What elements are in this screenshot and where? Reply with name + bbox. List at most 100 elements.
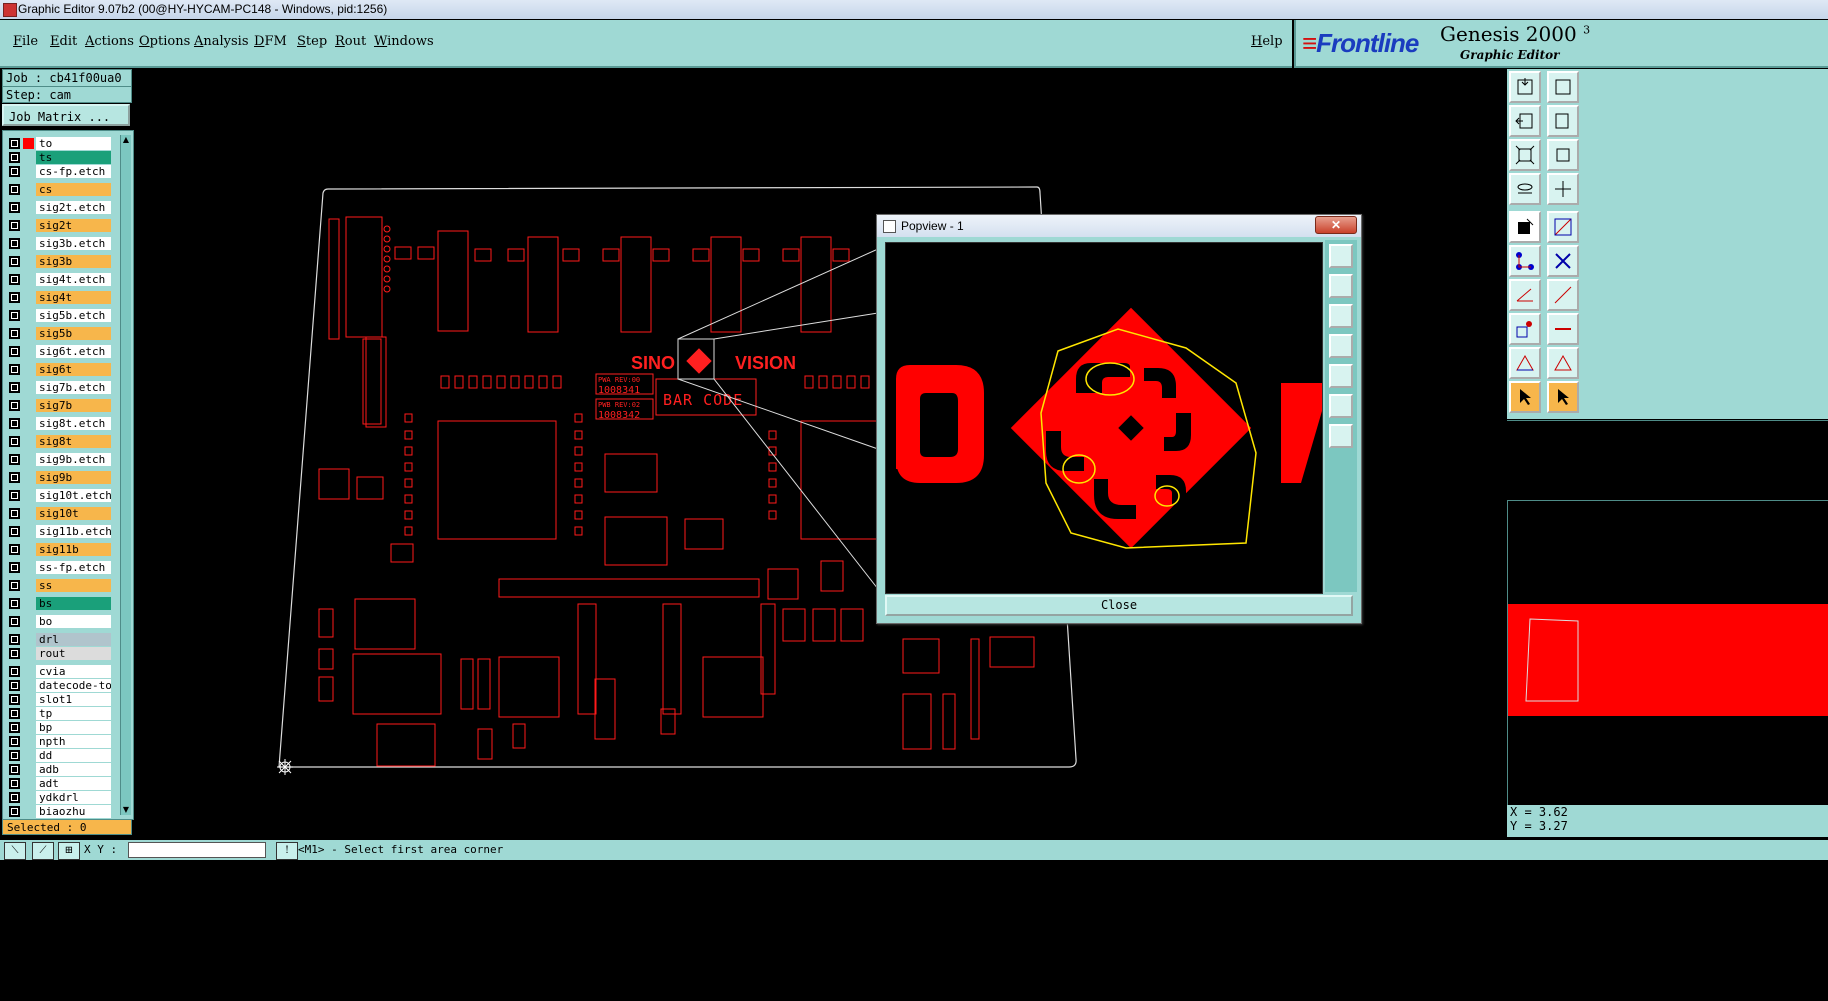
layer-name[interactable]: sig6t: [36, 363, 111, 376]
prompt-toggle-icon[interactable]: !: [276, 842, 298, 860]
layer-name[interactable]: sig4t: [36, 291, 111, 304]
layer-name[interactable]: sig2t: [36, 219, 111, 232]
layer-name[interactable]: sig11b: [36, 543, 111, 556]
layer-name[interactable]: ss-fp.etch: [36, 561, 111, 574]
layer-name[interactable]: tp: [36, 707, 111, 720]
status-tool-2-icon[interactable]: ⟋: [32, 842, 54, 860]
layer-name[interactable]: sig11b.etch: [36, 525, 111, 538]
layer-checkbox-icon[interactable]: [9, 562, 20, 573]
layer-row[interactable]: cs-fp.etch: [6, 165, 118, 179]
menu-options[interactable]: Options: [139, 34, 190, 49]
layer-checkbox-icon[interactable]: [9, 750, 20, 761]
layer-checkbox-icon[interactable]: [9, 736, 20, 747]
layer-name[interactable]: dd: [36, 749, 111, 762]
tool-grid-icon[interactable]: [1547, 173, 1579, 205]
layer-row[interactable]: sig5b: [6, 327, 118, 341]
tool-select-icon[interactable]: [1509, 211, 1541, 243]
layer-name[interactable]: bo: [36, 615, 111, 628]
layer-checkbox-icon[interactable]: [9, 722, 20, 733]
menu-rout[interactable]: Rout: [335, 34, 366, 49]
popview-tool-down-icon[interactable]: [1329, 304, 1353, 328]
layer-checkbox-icon[interactable]: [9, 418, 20, 429]
layer-row[interactable]: adt: [6, 777, 118, 791]
popview-close-icon[interactable]: ✕: [1315, 216, 1357, 234]
layer-name[interactable]: sig10t.etch: [36, 489, 111, 502]
layer-checkbox-icon[interactable]: [9, 454, 20, 465]
layer-checkbox-icon[interactable]: [9, 256, 20, 267]
layer-checkbox-icon[interactable]: [9, 400, 20, 411]
layer-row[interactable]: datecode-to: [6, 679, 118, 693]
tool-pointer2-icon[interactable]: [1547, 381, 1579, 413]
layer-name[interactable]: ts: [36, 151, 111, 164]
layer-name[interactable]: npth: [36, 735, 111, 748]
layer-name[interactable]: sig5b: [36, 327, 111, 340]
tool-line-icon[interactable]: [1547, 211, 1579, 243]
menu-analysis[interactable]: Analysis: [194, 34, 249, 49]
layer-checkbox-icon[interactable]: [9, 764, 20, 775]
layer-row[interactable]: npth: [6, 735, 118, 749]
layer-name[interactable]: adb: [36, 763, 111, 776]
layer-checkbox-icon[interactable]: [9, 292, 20, 303]
menu-actions[interactable]: Actions: [85, 34, 134, 49]
layer-checkbox-icon[interactable]: [9, 806, 20, 817]
layer-name[interactable]: sig4t.etch: [36, 273, 111, 286]
layer-row[interactable]: ts: [6, 151, 118, 165]
popview-titlebar[interactable]: Popview - 1 ✕: [877, 215, 1361, 237]
layer-row[interactable]: sig6t.etch: [6, 345, 118, 359]
layer-row[interactable]: bo: [6, 615, 118, 629]
tool-pan-right-icon[interactable]: [1547, 105, 1579, 137]
layer-checkbox-icon[interactable]: [9, 152, 20, 163]
tool-zoom-home-icon[interactable]: [1547, 71, 1579, 103]
layer-name[interactable]: sig7b: [36, 399, 111, 412]
layer-checkbox-icon[interactable]: [9, 616, 20, 627]
layer-checkbox-icon[interactable]: [9, 166, 20, 177]
layer-name[interactable]: bs: [36, 597, 111, 610]
layer-row[interactable]: sig10t.etch: [6, 489, 118, 503]
menu-help[interactable]: Help: [1251, 34, 1283, 49]
tool-measure-icon[interactable]: [1509, 173, 1541, 205]
menu-windows[interactable]: Windows: [374, 34, 434, 49]
layer-name[interactable]: to: [36, 137, 111, 150]
layer-row[interactable]: sig9b.etch: [6, 453, 118, 467]
layer-checkbox-icon[interactable]: [9, 634, 20, 645]
layer-name[interactable]: ydkdrl: [36, 791, 111, 804]
layer-name[interactable]: sig5b.etch: [36, 309, 111, 322]
layer-row[interactable]: tp: [6, 707, 118, 721]
layer-name[interactable]: sig10t: [36, 507, 111, 520]
layer-checkbox-icon[interactable]: [9, 238, 20, 249]
layer-row[interactable]: sig6t: [6, 363, 118, 377]
popview-tool-zoom-in-icon[interactable]: [1329, 394, 1353, 418]
layer-row[interactable]: sig2t.etch: [6, 201, 118, 215]
layer-row[interactable]: sig8t.etch: [6, 417, 118, 431]
layer-checkbox-icon[interactable]: [9, 274, 20, 285]
layer-name[interactable]: slot1: [36, 693, 111, 706]
layer-name[interactable]: adt: [36, 777, 111, 790]
layer-name[interactable]: cs-fp.etch: [36, 165, 111, 178]
status-tool-1-icon[interactable]: ⟍: [4, 842, 26, 860]
tool-zoom-area-icon[interactable]: [1547, 139, 1579, 171]
layer-row[interactable]: ss-fp.etch: [6, 561, 118, 575]
tool-fit-icon[interactable]: [1509, 71, 1541, 103]
layer-row[interactable]: sig3b.etch: [6, 237, 118, 251]
layer-checkbox-icon[interactable]: [9, 220, 20, 231]
layer-name[interactable]: sig3b.etch: [36, 237, 111, 250]
layer-row[interactable]: sig10t: [6, 507, 118, 521]
layer-scrollbar[interactable]: ▲ ▼: [120, 135, 131, 815]
popview-tool-up-icon[interactable]: [1329, 274, 1353, 298]
menu-file[interactable]: File: [13, 34, 38, 49]
tool-hline-icon[interactable]: [1547, 313, 1579, 345]
layer-name[interactable]: drl: [36, 633, 111, 646]
popview-tool-fit-icon[interactable]: [1329, 244, 1353, 268]
layer-row[interactable]: drl: [6, 633, 118, 647]
tool-triangle2-icon[interactable]: [1547, 347, 1579, 379]
layer-checkbox-icon[interactable]: [9, 544, 20, 555]
layer-name[interactable]: sig6t.etch: [36, 345, 111, 358]
layer-checkbox-icon[interactable]: [9, 184, 20, 195]
status-grid-icon[interactable]: ⊞: [58, 842, 80, 860]
tool-slope-icon[interactable]: [1547, 279, 1579, 311]
job-matrix-button[interactable]: Job Matrix ...: [2, 104, 130, 126]
layer-name[interactable]: sig7b.etch: [36, 381, 111, 394]
menu-step[interactable]: Step: [297, 34, 327, 49]
layer-row[interactable]: sig4t: [6, 291, 118, 305]
tool-angle-icon[interactable]: [1509, 279, 1541, 311]
